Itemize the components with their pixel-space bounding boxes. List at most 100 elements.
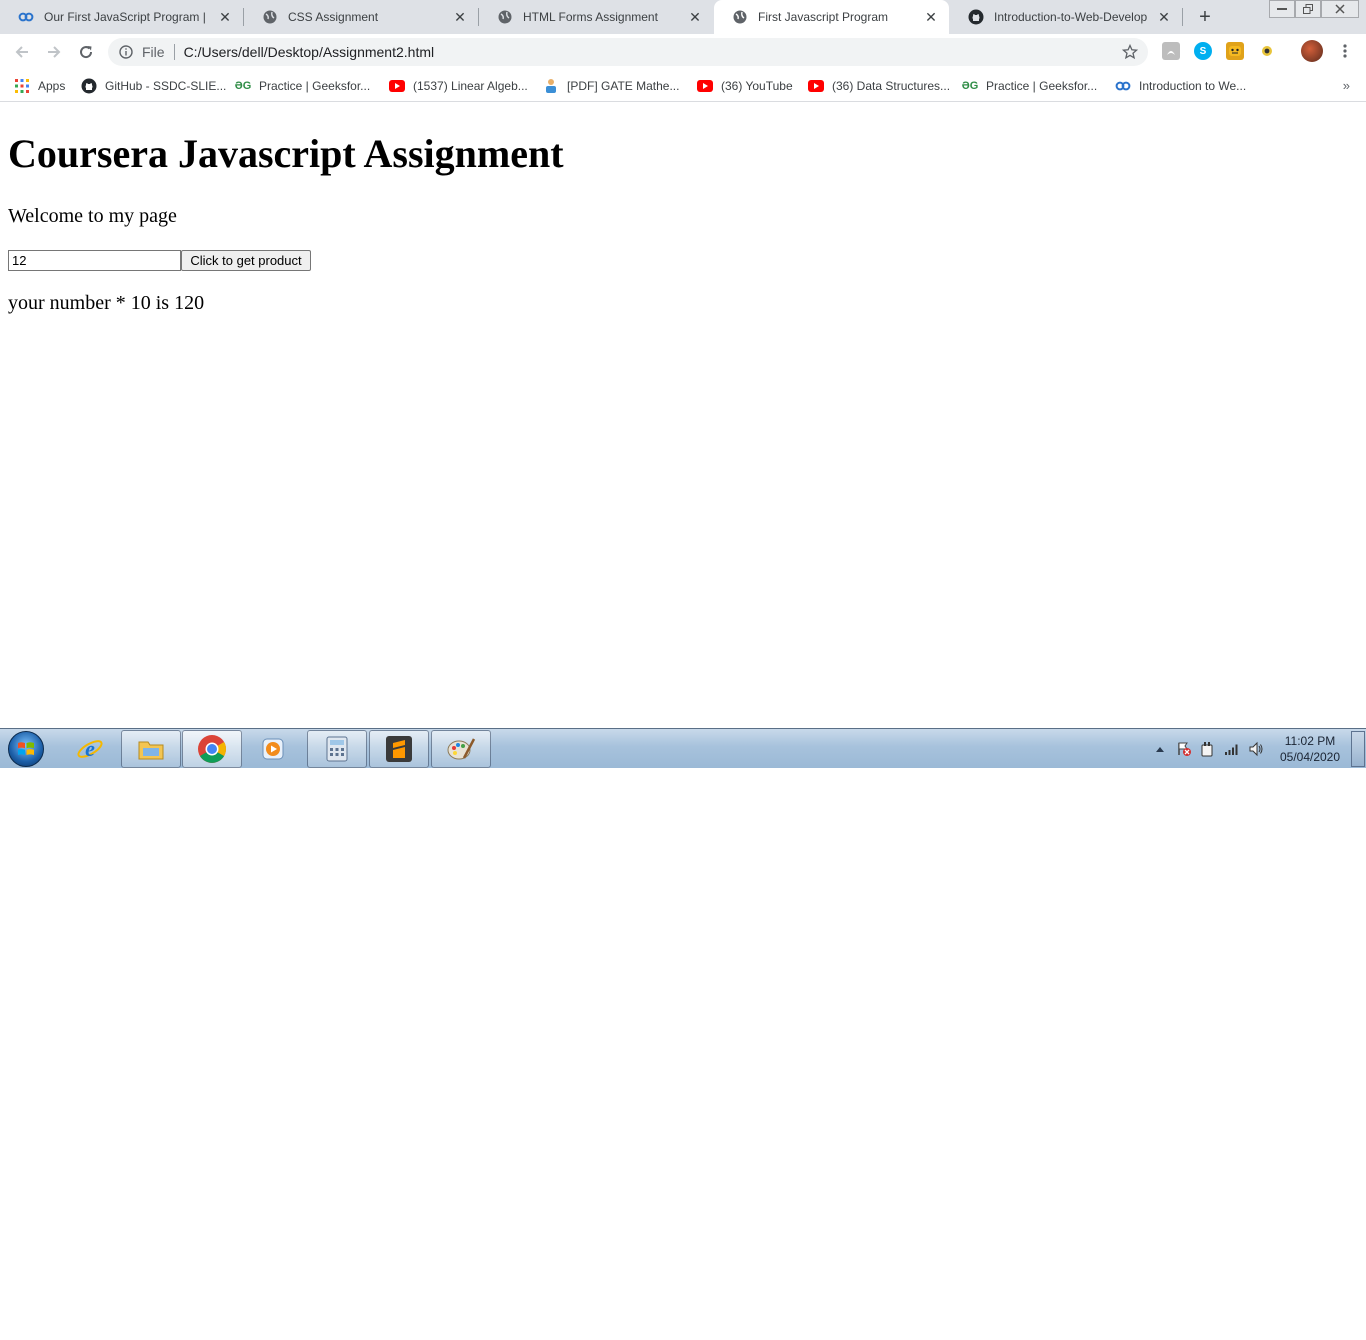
file-explorer-button[interactable] [121,730,181,768]
github-icon [81,78,97,94]
internet-explorer-button[interactable]: e [60,730,120,768]
info-icon[interactable] [118,44,134,60]
clock-time: 11:02 PM [1284,734,1336,748]
skype-extension-icon[interactable]: S [1194,42,1212,60]
bookmark-intro-web[interactable]: Introduction to We... [1115,76,1246,96]
welcome-text: Welcome to my page [8,205,177,227]
sublime-text-button[interactable] [369,730,429,768]
media-player-button[interactable] [243,730,303,768]
youtube-icon [808,78,824,94]
pdf-extension-icon[interactable] [1162,42,1180,60]
get-product-button[interactable]: Click to get product [181,250,311,271]
file-explorer-icon [138,741,164,760]
bookmark-label: [PDF] GATE Mathe... [567,79,680,93]
bookmark-label: (1537) Linear Algeb... [413,79,528,93]
new-tab-button[interactable]: + [1193,5,1217,29]
taskbar-clock[interactable]: 11:02 PM 05/04/2020 [1272,733,1348,765]
sublime-text-icon [386,736,412,762]
youtube-icon [389,78,405,94]
bookmarks-bar: Apps GitHub - SSDC-SLIE... ƏG Practice |… [0,70,1366,102]
person-icon [543,78,559,94]
tab-first-javascript[interactable]: First Javascript Program ✕ [714,0,949,34]
bookmark-label: GitHub - SSDC-SLIE... [105,79,227,93]
result-text: your number * 10 is 120 [8,292,205,314]
bug-extension-icon[interactable] [1258,42,1276,60]
power-icon[interactable] [1200,741,1214,757]
tab-close-icon[interactable]: ✕ [687,9,703,25]
action-center-icon[interactable] [1176,741,1192,757]
page-heading: Coursera Javascript Assignment [8,131,564,176]
bookmark-label: Practice | Geeksfor... [986,79,1098,93]
svg-text:e: e [85,736,95,761]
windows-taskbar: e 11:02 PM 05/04/2020 [0,728,1366,768]
tab-css-assignment[interactable]: CSS Assignment ✕ [244,0,478,34]
tab-title: HTML Forms Assignment [523,10,658,24]
bookmark-gate-maths[interactable]: [PDF] GATE Mathe... [543,76,679,96]
close-window-button[interactable] [1321,0,1359,18]
tab-close-icon[interactable]: ✕ [217,9,233,25]
tab-intro-web-dev[interactable]: Introduction-to-Web-Developm ✕ [950,0,1182,34]
calculator-icon [326,736,348,762]
show-hidden-icons-icon[interactable] [1156,746,1164,752]
address-url[interactable]: C:/Users/dell/Desktop/Assignment2.html [184,44,435,60]
globe-icon [732,9,748,25]
coursera-icon [1115,78,1131,94]
geeksforgeeks-icon: ƏG [234,80,252,92]
bookmark-star-icon[interactable] [1122,44,1138,60]
tiger-extension-icon[interactable] [1226,42,1244,60]
network-signal-icon[interactable] [1224,742,1240,756]
bookmark-geeksforgeeks-1[interactable]: ƏG Practice | Geeksfor... [235,76,370,96]
forward-button[interactable] [42,40,66,64]
chrome-button[interactable] [182,730,242,768]
reload-button[interactable] [74,40,98,64]
windows-logo-icon [18,742,34,755]
bookmark-github[interactable]: GitHub - SSDC-SLIE... [81,76,226,96]
system-tray [1150,729,1270,769]
github-icon [968,9,984,25]
tab-title: First Javascript Program [758,10,889,24]
reload-icon [80,46,93,59]
bookmark-label: Introduction to We... [1139,79,1247,93]
bookmark-apps[interactable]: Apps [14,76,65,96]
tab-coursera-program[interactable]: Our First JavaScript Program | Co ✕ [0,0,243,34]
arrow-left-icon [15,46,28,58]
tab-title: Introduction-to-Web-Developm [994,10,1148,24]
bookmark-label: Practice | Geeksfor... [259,79,371,93]
back-button[interactable] [10,40,34,64]
clock-date: 05/04/2020 [1279,750,1341,764]
calculator-button[interactable] [307,730,367,768]
media-player-icon [262,738,284,760]
paint-button[interactable] [431,730,491,768]
chrome-icon [198,735,226,763]
internet-explorer-icon: e [77,736,103,761]
tab-close-icon[interactable]: ✕ [452,9,468,25]
bookmark-youtube[interactable]: (36) YouTube [697,76,793,96]
profile-avatar[interactable] [1301,40,1323,62]
tab-close-icon[interactable]: ✕ [923,9,939,25]
bookmark-label: (36) YouTube [721,79,793,93]
bookmarks-overflow-button[interactable]: » [1343,78,1350,93]
tab-separator [1182,8,1183,26]
youtube-icon [697,78,713,94]
minimize-window-button[interactable] [1269,0,1295,18]
browser-menu-icon[interactable] [1336,42,1354,60]
geeksforgeeks-icon: ƏG [961,80,979,92]
bookmark-data-structures[interactable]: (36) Data Structures... [808,76,950,96]
tab-close-icon[interactable]: ✕ [1156,9,1172,25]
apps-grid-icon [14,78,30,94]
bookmark-linear-algebra[interactable]: (1537) Linear Algeb... [389,76,528,96]
bookmark-geeksforgeeks-2[interactable]: ƏG Practice | Geeksfor... [962,76,1097,96]
tab-html-forms[interactable]: HTML Forms Assignment ✕ [479,0,713,34]
show-desktop-button[interactable] [1351,731,1365,767]
address-bar[interactable]: File C:/Users/dell/Desktop/Assignment2.h… [108,38,1148,66]
volume-icon[interactable] [1248,741,1264,757]
globe-icon [262,9,278,25]
number-input[interactable] [8,250,181,271]
paint-icon [447,738,476,760]
address-divider [173,44,175,60]
bookmark-label: (36) Data Structures... [832,79,951,93]
restore-window-button[interactable] [1295,0,1321,18]
tab-title: Our First JavaScript Program | Co [44,10,209,24]
start-button[interactable] [8,731,44,767]
tab-strip: Our First JavaScript Program | Co ✕ CSS … [0,0,1366,34]
